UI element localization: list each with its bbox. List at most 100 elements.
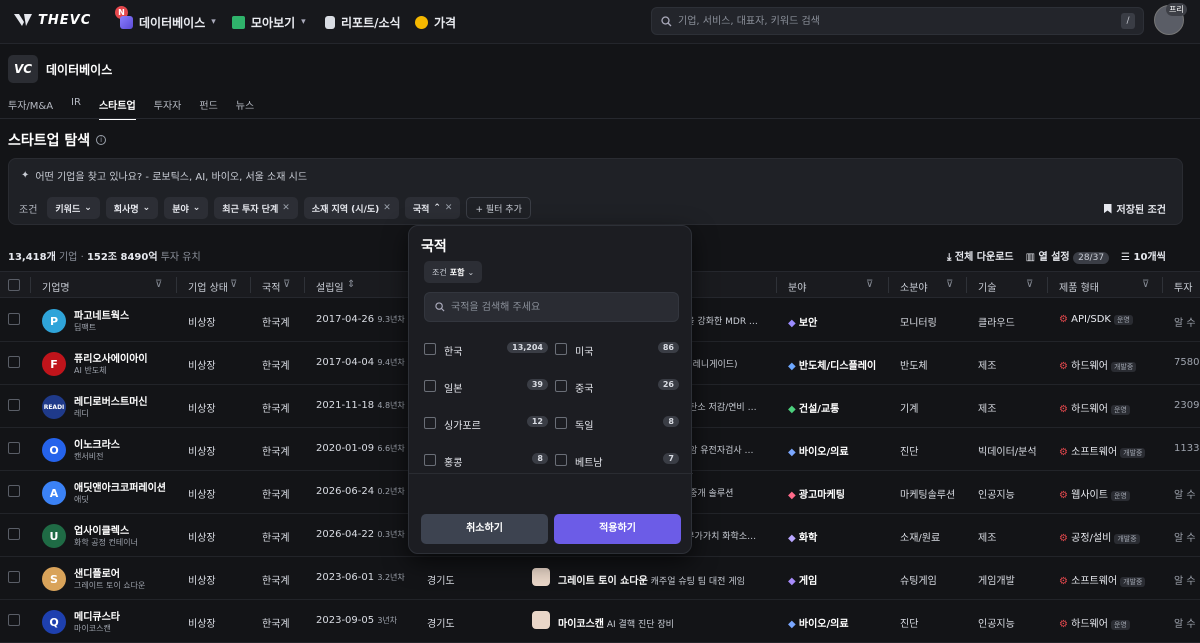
table-row[interactable]: S 샌디플로어 그레이트 토이 쇼다운 비상장 한국계 2023-06-01 3.2년차 경… bbox=[0, 557, 1200, 600]
apply-button[interactable]: 적용하기 bbox=[554, 514, 681, 544]
option-checkbox[interactable] bbox=[555, 454, 567, 466]
tab-investor[interactable]: 투자자 bbox=[154, 97, 182, 120]
filter-icon[interactable]: ⊽ bbox=[866, 279, 873, 290]
tab-ir[interactable]: IR bbox=[71, 97, 81, 120]
company-name[interactable]: 이노크라스 bbox=[74, 436, 120, 451]
option-checkbox[interactable] bbox=[555, 417, 567, 429]
row-checkbox[interactable] bbox=[8, 442, 20, 454]
filter-chip-keyword[interactable]: 키워드 ⌄ bbox=[47, 197, 100, 219]
field-label: 반도체/디스플레이 bbox=[798, 361, 877, 372]
filter-icon[interactable]: ⊽ bbox=[155, 279, 162, 290]
row-checkbox[interactable] bbox=[8, 485, 20, 497]
filter-icon[interactable]: ⊽ bbox=[1142, 279, 1149, 290]
close-icon[interactable]: ✕ bbox=[445, 203, 453, 213]
nav-reports[interactable]: 리포트/소식 bbox=[325, 0, 401, 44]
option-checkbox[interactable] bbox=[555, 343, 567, 355]
filter-chip-field[interactable]: 분야 ⌄ bbox=[164, 197, 209, 219]
investment-amount: 알 수 bbox=[1174, 318, 1196, 329]
filter-icon[interactable]: ⊽ bbox=[230, 279, 237, 290]
founded-date: 2017-04-04 9.4년차 bbox=[316, 357, 405, 368]
column-header-investment[interactable]: 투자 bbox=[1174, 279, 1192, 294]
company-name[interactable]: 메디큐스타 bbox=[74, 608, 120, 623]
column-header-field[interactable]: 분야 bbox=[788, 279, 806, 294]
product-type-label: 소프트웨어 bbox=[1071, 576, 1118, 587]
nationality-search-input[interactable] bbox=[451, 293, 671, 321]
tab-startup[interactable]: 스타트업 bbox=[98, 97, 136, 120]
nav-collections[interactable]: 모아보기 ▾ bbox=[232, 0, 306, 44]
company-status: 비상장 bbox=[188, 404, 216, 415]
option-label: 싱가포르 bbox=[444, 421, 481, 432]
filter-icon[interactable]: ⊽ bbox=[1026, 279, 1033, 290]
column-header-subfield[interactable]: 소분야 bbox=[900, 279, 928, 294]
company-field: ◆ 광고마케팅 bbox=[788, 486, 845, 501]
company-name[interactable]: 파고네트웍스 bbox=[74, 307, 129, 322]
nav-pricing[interactable]: 가격 bbox=[415, 0, 456, 44]
company-name[interactable]: 샌디플로어 bbox=[74, 565, 120, 580]
company-status: 비상장 bbox=[188, 447, 216, 458]
tab-investment[interactable]: 투자/M&A bbox=[8, 97, 53, 120]
brand-logo[interactable]: THEVC bbox=[12, 12, 91, 28]
close-icon[interactable]: ✕ bbox=[383, 203, 391, 213]
option-checkbox[interactable] bbox=[424, 417, 436, 429]
nationality-option[interactable]: 홍콩 8 bbox=[424, 451, 548, 471]
download-all-button[interactable]: ⤓ 전체 다운로드 bbox=[947, 248, 1014, 263]
company-name[interactable]: 업사이클렉스 bbox=[74, 522, 129, 537]
option-checkbox[interactable] bbox=[424, 380, 436, 392]
filter-chip-company[interactable]: 회사명 ⌄ bbox=[105, 197, 159, 219]
add-filter-button[interactable]: + 필터 추가 bbox=[466, 197, 531, 219]
nationality-search[interactable] bbox=[424, 292, 679, 322]
column-header-nationality[interactable]: 국적 bbox=[262, 279, 280, 294]
search-input[interactable] bbox=[678, 8, 1108, 34]
column-header-product[interactable]: 제품 형태 bbox=[1059, 279, 1099, 294]
company-name[interactable]: 퓨리오사에이아이 bbox=[74, 350, 148, 365]
nationality-option[interactable]: 싱가포르 12 bbox=[424, 414, 548, 434]
select-all-checkbox[interactable] bbox=[8, 279, 20, 291]
nationality-option[interactable]: 미국 86 bbox=[555, 340, 679, 360]
ai-search-prompt[interactable]: ✦ 어떤 기업을 찾고 있나요? - 로보틱스, AI, 바이오, 서울 소재 … bbox=[21, 168, 307, 183]
option-label: 홍콩 bbox=[444, 458, 463, 469]
tab-fund[interactable]: 펀드 bbox=[199, 97, 217, 120]
nationality-option[interactable]: 독일 8 bbox=[555, 414, 679, 434]
option-checkbox[interactable] bbox=[555, 380, 567, 392]
table-row[interactable]: Q 메디큐스타 마이코스캔 비상장 한국계 2023-09-05 3년차 경기도 마이코스캔 … bbox=[0, 600, 1200, 643]
condition-select[interactable]: 조건 포함 ⌄ bbox=[424, 261, 483, 283]
option-count: 12 bbox=[526, 416, 548, 427]
row-checkbox[interactable] bbox=[8, 528, 20, 540]
filter-icon[interactable]: ⊽ bbox=[946, 279, 953, 290]
option-checkbox[interactable] bbox=[424, 343, 436, 355]
gear-icon: ⚙ bbox=[1059, 619, 1068, 630]
nationality-option[interactable]: 한국 13,204 bbox=[424, 340, 548, 360]
column-settings-button[interactable]: ▥ 열 설정 28/37 bbox=[1026, 248, 1110, 264]
filter-chip-region[interactable]: 소재 지역 (시/도) ✕ bbox=[303, 197, 399, 219]
nationality-option[interactable]: 중국 26 bbox=[555, 377, 679, 397]
row-checkbox[interactable] bbox=[8, 313, 20, 325]
company-name[interactable]: 애딧앤아크코퍼레이션 bbox=[74, 479, 166, 494]
filter-chip-stage[interactable]: 최근 투자 단계 ✕ bbox=[214, 197, 298, 219]
nationality-option[interactable]: 베트남 7 bbox=[555, 451, 679, 471]
close-icon[interactable]: ✕ bbox=[282, 203, 290, 213]
founded-date-value: 2017-04-26 bbox=[316, 314, 375, 325]
rows-per-page-button[interactable]: ☰ 10개씩 bbox=[1121, 248, 1166, 263]
nationality-option[interactable]: 일본 39 bbox=[424, 377, 548, 397]
column-header-status[interactable]: 기업 상태 bbox=[188, 279, 228, 294]
column-header-founded[interactable]: 설립일 bbox=[316, 279, 344, 294]
filter-icon[interactable]: ⊽ bbox=[283, 279, 290, 290]
nav-database[interactable]: 데이터베이스 ▾ bbox=[120, 0, 216, 44]
info-icon[interactable]: i bbox=[96, 135, 107, 145]
company-name[interactable]: 레디로버스트머신 bbox=[74, 393, 148, 408]
cancel-button[interactable]: 취소하기 bbox=[421, 514, 548, 544]
list-icon: ☰ bbox=[1121, 252, 1131, 263]
saved-filters-button[interactable]: 저장된 조건 bbox=[1103, 201, 1166, 216]
option-checkbox[interactable] bbox=[424, 454, 436, 466]
filter-chip-nationality[interactable]: 국적 ⌃ ✕ bbox=[404, 197, 461, 219]
row-checkbox[interactable] bbox=[8, 614, 20, 626]
global-search[interactable]: / bbox=[651, 7, 1144, 35]
sort-icon[interactable]: ⇕ bbox=[347, 279, 355, 290]
row-checkbox[interactable] bbox=[8, 571, 20, 583]
column-header-name[interactable]: 기업명 bbox=[42, 279, 70, 294]
tab-news[interactable]: 뉴스 bbox=[236, 97, 254, 120]
column-header-tech[interactable]: 기술 bbox=[978, 279, 996, 294]
dropdown-title: 국적 bbox=[421, 239, 447, 255]
row-checkbox[interactable] bbox=[8, 399, 20, 411]
row-checkbox[interactable] bbox=[8, 356, 20, 368]
